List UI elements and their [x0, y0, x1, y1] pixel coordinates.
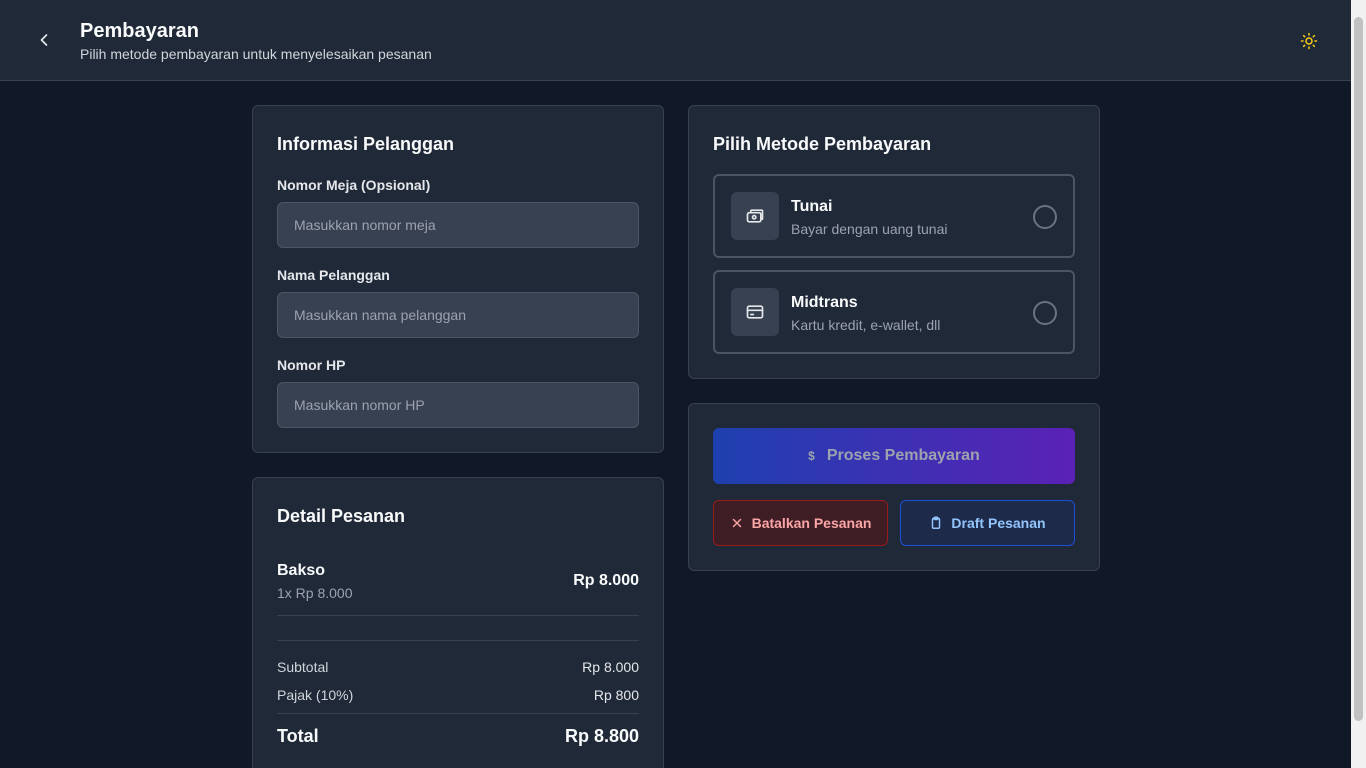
credit-card-icon — [731, 288, 779, 336]
payment-option-name: Tunai — [791, 198, 833, 215]
payment-option-tunai[interactable]: Tunai Bayar dengan uang tunai — [713, 174, 1075, 258]
dollar-icon: $ — [808, 449, 815, 463]
actions-card: $ Proses Pembayaran Batalkan Pesanan Dra… — [688, 403, 1100, 571]
payment-option-midtrans[interactable]: Midtrans Kartu kredit, e-wallet, dll — [713, 270, 1075, 354]
cancel-order-button[interactable]: Batalkan Pesanan — [713, 500, 888, 546]
scrollbar[interactable] — [1351, 0, 1366, 768]
subtotal-value: Rp 8.000 — [582, 659, 639, 675]
cash-icon — [731, 192, 779, 240]
phone-number-input[interactable] — [277, 382, 639, 428]
item-name: Bakso — [277, 562, 326, 579]
total-value: Rp 8.800 — [564, 726, 639, 746]
scrollbar-thumb[interactable] — [1354, 17, 1363, 721]
theme-toggle-button[interactable] — [1294, 26, 1324, 56]
chevron-left-icon — [40, 34, 48, 46]
customer-name-input[interactable] — [277, 292, 639, 338]
divider — [277, 713, 639, 714]
table-number-input[interactable] — [277, 202, 639, 248]
radio-button[interactable] — [1033, 301, 1057, 325]
close-icon — [732, 518, 741, 528]
divider — [277, 640, 639, 641]
item-price: Rp 8.000 — [573, 572, 639, 589]
page-title: Pembayaran — [80, 20, 199, 42]
customer-name-label: Nama Pelanggan — [277, 267, 390, 283]
tax-label: Pajak (10%) — [277, 687, 354, 703]
customer-info-card: Informasi Pelanggan Nomor Meja (Opsional… — [252, 105, 664, 453]
payment-option-desc: Kartu kredit, e-wallet, dll — [791, 317, 941, 333]
order-detail-card: Detail Pesanan Bakso 1x Rp 8.000 Rp 8.00… — [252, 477, 664, 768]
clipboard-icon — [932, 516, 941, 529]
total-label: Total — [277, 726, 319, 746]
draft-order-label: Draft Pesanan — [951, 515, 1046, 531]
item-quantity: 1x Rp 8.000 — [277, 585, 353, 601]
back-button[interactable] — [28, 24, 60, 56]
sun-icon — [1300, 32, 1318, 50]
process-payment-button[interactable]: $ Proses Pembayaran — [713, 428, 1075, 484]
payment-method-card: Pilih Metode Pembayaran Tunai Bayar deng… — [688, 105, 1100, 379]
payment-option-desc: Bayar dengan uang tunai — [791, 221, 948, 237]
tax-value: Rp 800 — [593, 687, 639, 703]
payment-method-title: Pilih Metode Pembayaran — [713, 134, 932, 154]
page-subtitle: Pilih metode pembayaran untuk menyelesai… — [80, 46, 432, 62]
process-payment-label: Proses Pembayaran — [826, 447, 980, 464]
customer-info-title: Informasi Pelanggan — [277, 134, 455, 154]
radio-button[interactable] — [1033, 205, 1057, 229]
order-detail-title: Detail Pesanan — [277, 506, 406, 526]
cancel-order-label: Batalkan Pesanan — [751, 515, 872, 531]
page-header: Pembayaran Pilih metode pembayaran untuk… — [0, 0, 1351, 81]
divider — [277, 615, 639, 616]
payment-option-name: Midtrans — [791, 294, 858, 311]
phone-number-label: Nomor HP — [277, 357, 346, 373]
table-number-label: Nomor Meja (Opsional) — [277, 177, 431, 193]
draft-order-button[interactable]: Draft Pesanan — [900, 500, 1075, 546]
subtotal-label: Subtotal — [277, 659, 329, 675]
